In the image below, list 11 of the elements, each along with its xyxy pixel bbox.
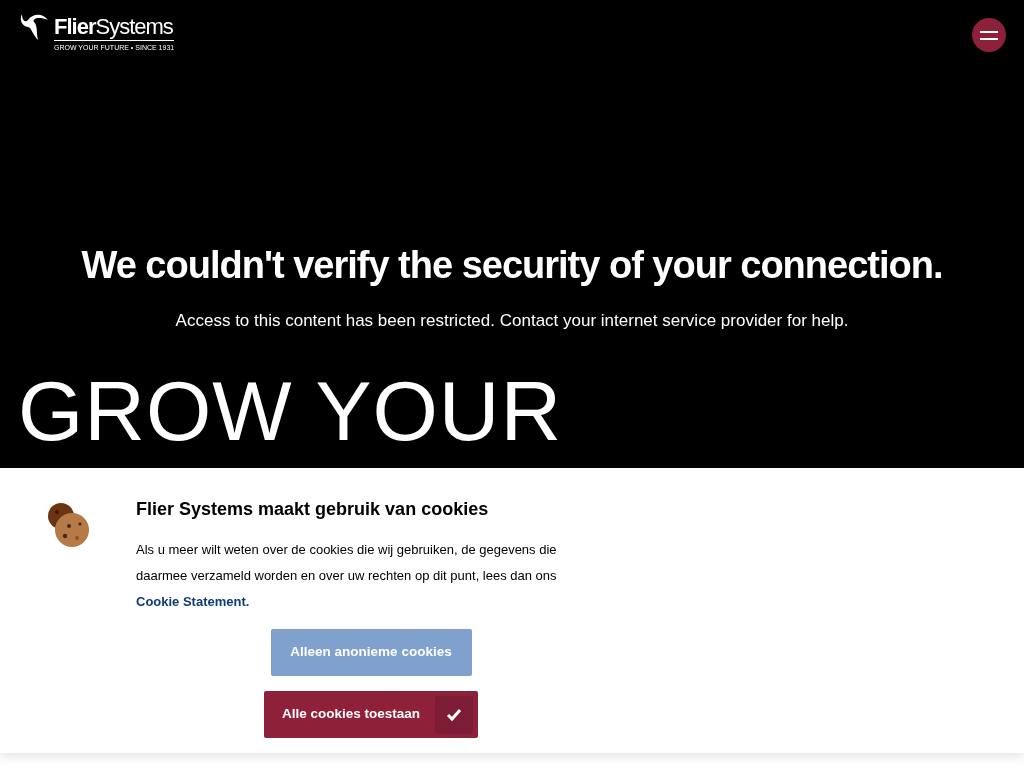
cookie-statement-link[interactable]: Cookie Statement. (136, 594, 250, 609)
logo-text: Systems (95, 16, 173, 38)
menu-button[interactable] (972, 18, 1006, 52)
notice-title: We couldn't verify the security of your connection. (81, 245, 943, 284)
accept-cookies-button[interactable]: Alle cookies toestaan (264, 691, 478, 738)
notice-message: Access to this content has been restricted. Contact your internet service provider for help. (175, 309, 849, 332)
cookie-text: Als u meer wilt weten over de cookies die wij gebruiken, de gegevens die daarmee verzameld worden en over uw rechten op dit punt, lees dan ons Cookie Statement. (136, 541, 558, 611)
checkmark-icon (435, 695, 473, 734)
cookie-title: Flier Systems maakt gebruik van cookies (136, 498, 490, 521)
hero-headline: GROW YOUR (18, 369, 563, 453)
logo-text: Flier (54, 16, 96, 38)
